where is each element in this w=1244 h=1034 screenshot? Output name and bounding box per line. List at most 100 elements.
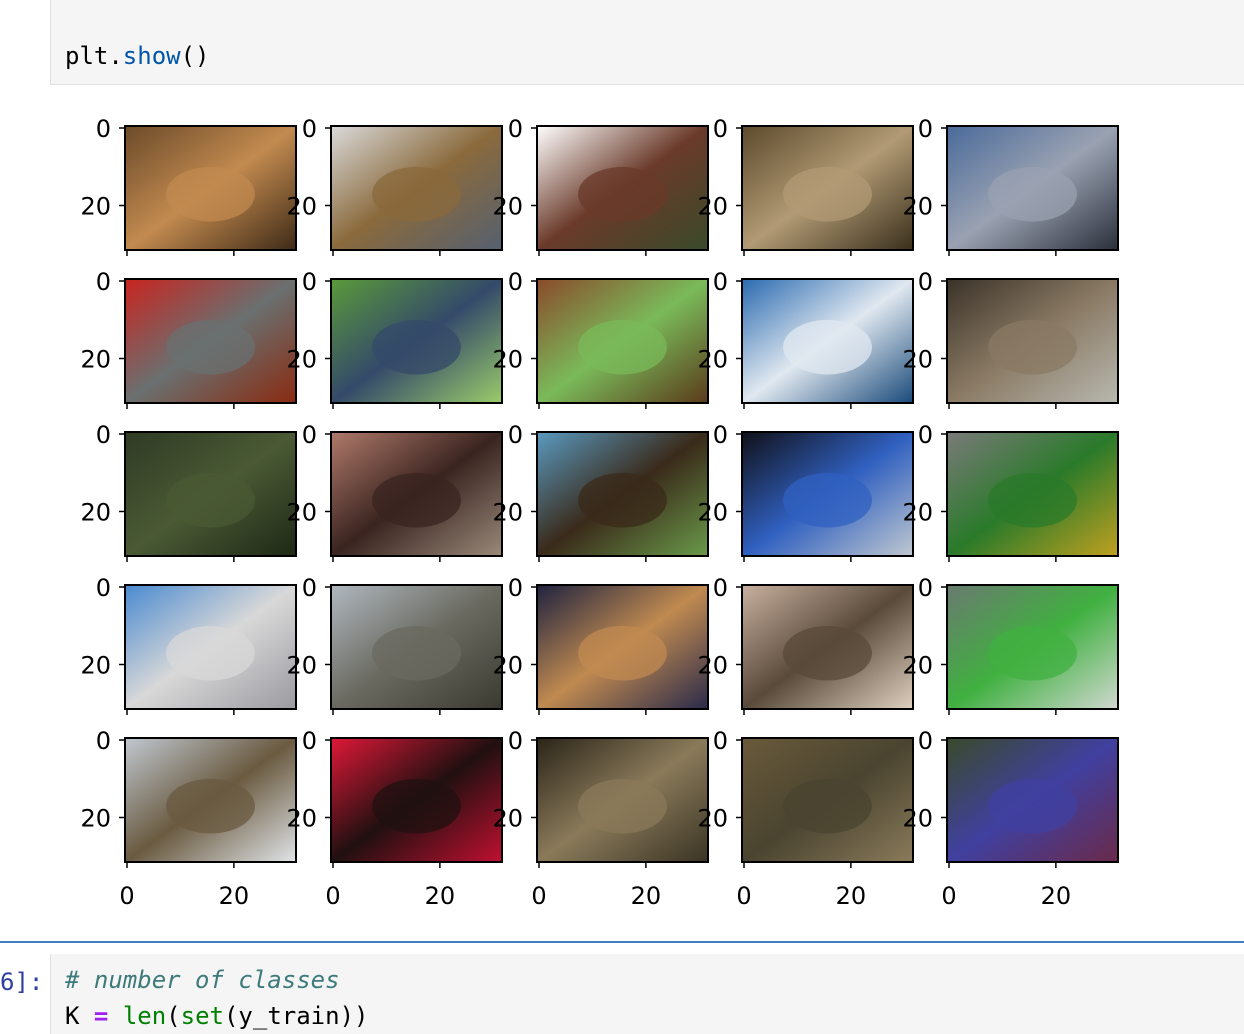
y-tick-label: 0	[96, 574, 111, 602]
cell-selection-bar	[0, 941, 1244, 943]
y-tick-label: 0	[302, 727, 317, 755]
y-tick-label: 0	[713, 574, 728, 602]
y-tick-label: 20	[80, 805, 111, 833]
x-tick-label: 20	[219, 882, 250, 910]
y-tick-label: 20	[80, 193, 111, 221]
y-tick-label: 20	[697, 499, 728, 527]
y-tick-label: 20	[286, 193, 317, 221]
y-tick-label: 0	[96, 115, 111, 143]
frog-subject	[578, 778, 667, 834]
y-tick-label: 0	[96, 268, 111, 296]
code-comment-line: # number of classes	[65, 966, 340, 994]
y-tick-label: 0	[508, 727, 523, 755]
y-tick-label: 20	[902, 499, 933, 527]
y-tick-label: 0	[918, 574, 933, 602]
x-tick-label: 0	[119, 882, 134, 910]
code-line: plt.show()	[65, 42, 210, 70]
code-assign-line: K = len(set(y_train))	[65, 1002, 368, 1030]
truck-subject	[578, 166, 667, 222]
bird-subject	[783, 472, 872, 528]
frog-subject	[372, 778, 461, 834]
y-tick-label: 0	[96, 421, 111, 449]
y-tick-label: 0	[508, 268, 523, 296]
truck-subject	[372, 625, 461, 681]
code-token-function: show	[122, 42, 181, 70]
x-tick-label: 20	[631, 882, 662, 910]
cell-prompt: 6]:	[0, 968, 44, 996]
output-figure: 0 20 0 20 0 20 0 20 0 20 0 20 0 20 0 20 0 20 0 20 0 20 0 20 0 20 0…	[0, 100, 1150, 920]
y-tick-label: 0	[96, 727, 111, 755]
code-token-paren: (	[166, 1002, 181, 1030]
x-tick-label: 0	[736, 882, 751, 910]
y-tick-label: 0	[713, 727, 728, 755]
bird-subject	[783, 625, 872, 681]
y-tick-label: 20	[286, 499, 317, 527]
y-tick-label: 20	[286, 652, 317, 680]
automobile-subject	[988, 166, 1077, 222]
code-token-variable: K	[65, 1002, 94, 1030]
code-token-builtin-set: set	[180, 1002, 224, 1030]
automobile-subject	[166, 319, 255, 375]
y-tick-label: 20	[80, 499, 111, 527]
code-token-object: plt.	[65, 42, 123, 70]
deer-subject	[166, 472, 255, 528]
y-tick-label: 20	[492, 805, 523, 833]
y-tick-label: 20	[697, 346, 728, 374]
y-tick-label: 0	[302, 115, 317, 143]
y-tick-label: 0	[713, 268, 728, 296]
x-tick-label: 0	[531, 882, 546, 910]
cat-subject	[578, 625, 667, 681]
y-tick-label: 20	[902, 193, 933, 221]
code-cell-top[interactable]: plt.show()	[50, 0, 1244, 85]
bird-subject	[372, 319, 461, 375]
code-token-builtin-len: len	[122, 1002, 167, 1030]
y-tick-label: 0	[508, 421, 523, 449]
horse-subject	[578, 319, 667, 375]
ship-subject	[783, 319, 872, 375]
y-tick-label: 20	[697, 805, 728, 833]
y-tick-label: 20	[492, 346, 523, 374]
y-tick-label: 20	[286, 805, 317, 833]
y-tick-label: 20	[902, 652, 933, 680]
x-tick-label: 0	[941, 882, 956, 910]
deer-subject	[166, 778, 255, 834]
deer-subject	[783, 166, 872, 222]
y-tick-label: 0	[713, 115, 728, 143]
horse-subject	[578, 472, 667, 528]
y-tick-label: 0	[713, 421, 728, 449]
y-tick-label: 20	[492, 652, 523, 680]
truck-subject	[372, 166, 461, 222]
image-grid-plot: 0 20 0 20 0 20 0 20 0 20 0 20 0 20 0 20 0 20 0 20 0 20 0 20 0 20 0…	[80, 115, 1119, 910]
y-tick-label: 0	[302, 574, 317, 602]
x-tick-label: 20	[425, 882, 456, 910]
truck-subject	[988, 472, 1077, 528]
code-cell-bottom[interactable]: # number of classes K = len(set(y_train)…	[50, 954, 1244, 1034]
frog-subject	[166, 166, 255, 222]
y-tick-label: 0	[918, 268, 933, 296]
x-tick-label: 20	[1041, 882, 1072, 910]
code-token-args: (y_train))	[223, 1002, 369, 1030]
frog-subject	[988, 625, 1077, 681]
horse-subject	[372, 472, 461, 528]
frog-subject	[783, 778, 872, 834]
truck-subject	[166, 625, 255, 681]
y-tick-label: 20	[492, 499, 523, 527]
y-tick-label: 20	[697, 652, 728, 680]
y-tick-label: 20	[697, 193, 728, 221]
code-token-parens: ()	[180, 42, 210, 70]
y-tick-label: 20	[80, 346, 111, 374]
y-tick-label: 0	[302, 268, 317, 296]
y-tick-label: 20	[902, 805, 933, 833]
bird-subject	[988, 778, 1077, 834]
y-tick-label: 20	[902, 346, 933, 374]
y-tick-label: 20	[286, 346, 317, 374]
y-tick-label: 20	[80, 652, 111, 680]
y-tick-label: 0	[302, 421, 317, 449]
cat-subject	[988, 319, 1077, 375]
y-tick-label: 0	[918, 115, 933, 143]
code-token-operator: =	[93, 1002, 109, 1030]
y-tick-label: 0	[918, 727, 933, 755]
y-tick-label: 0	[508, 574, 523, 602]
x-tick-label: 0	[325, 882, 340, 910]
